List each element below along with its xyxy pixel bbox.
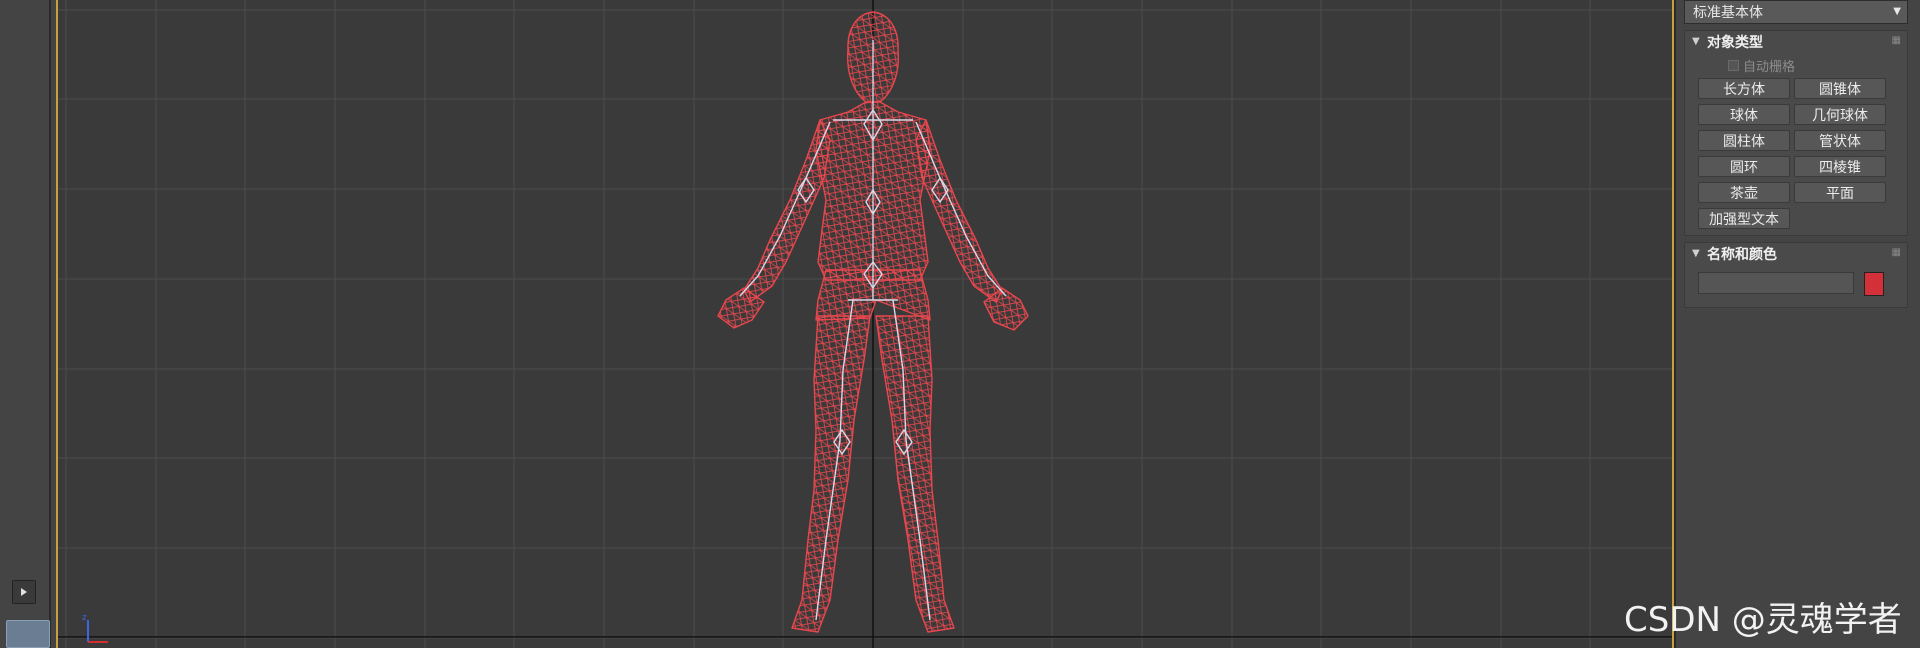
chevron-down-icon: ▼ [1893,6,1901,17]
rollout-handle-icon: ▦ [1891,35,1901,46]
expand-arrow-button[interactable] [12,580,36,604]
name-color-header[interactable]: ▼ 名称和颜色 ▦ [1685,243,1907,265]
rollout-handle-icon: ▦ [1891,247,1901,258]
svg-text:z: z [82,613,87,623]
skeleton-bones [739,40,1007,621]
pyramid-button[interactable]: 四棱锥 [1794,156,1886,177]
sphere-button[interactable]: 球体 [1698,104,1790,125]
watermark-text: CSDN @灵魂学者 [1624,600,1902,640]
autogrid-checkbox[interactable]: 自动栅格 [1728,56,1795,75]
viewport-thumbnail-button[interactable] [6,620,50,648]
front-viewport[interactable]: z [56,0,1674,648]
dropdown-value: 标准基本体 [1693,5,1763,21]
collapse-triangle-icon: ▼ [1692,248,1700,259]
cone-button[interactable]: 圆锥体 [1794,78,1886,99]
object-type-title: 对象类型 [1707,35,1763,51]
primitive-type-dropdown[interactable]: 标准基本体 ▼ [1684,0,1908,24]
plane-button[interactable]: 平面 [1794,182,1886,203]
cylinder-button[interactable]: 圆柱体 [1698,130,1790,151]
object-color-swatch[interactable] [1864,272,1884,296]
autogrid-label: 自动栅格 [1743,60,1796,75]
left-gutter [0,0,56,648]
checkbox-box [1728,60,1739,71]
object-name-input[interactable] [1698,272,1854,294]
axis-tripod-icon: z [82,613,108,643]
command-panel: 标准基本体 ▼ ▼ 对象类型 ▦ 自动栅格 长方体 圆锥体 球体 几何球体 圆柱… [1676,0,1920,648]
torus-button[interactable]: 圆环 [1698,156,1790,177]
gutter-divider [49,0,51,648]
play-icon [21,588,27,596]
collapse-triangle-icon: ▼ [1692,36,1700,47]
textplus-button[interactable]: 加强型文本 [1698,208,1790,229]
tube-button[interactable]: 管状体 [1794,130,1886,151]
box-button[interactable]: 长方体 [1698,78,1790,99]
character-wireframe[interactable] [58,0,1672,648]
name-color-title: 名称和颜色 [1707,247,1777,263]
geosphere-button[interactable]: 几何球体 [1794,104,1886,125]
teapot-button[interactable]: 茶壶 [1698,182,1790,203]
object-type-header[interactable]: ▼ 对象类型 ▦ [1685,31,1907,53]
